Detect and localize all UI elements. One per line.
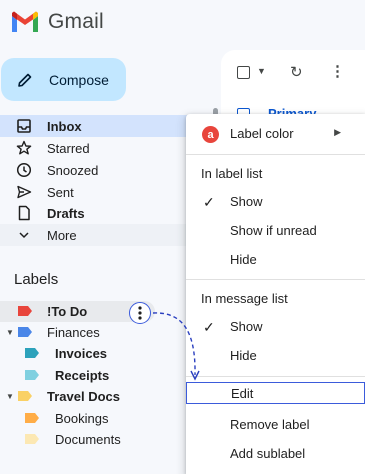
label-name: Receipts bbox=[55, 368, 110, 383]
clock-icon bbox=[16, 162, 32, 178]
sidebar-item-label: Snoozed bbox=[47, 163, 99, 178]
label-name: !To Do bbox=[47, 304, 88, 319]
more-vert-icon[interactable]: ⋮ bbox=[330, 62, 345, 80]
caret-down-icon[interactable]: ▼ bbox=[6, 328, 14, 337]
sidebar-item-label: Inbox bbox=[47, 119, 82, 134]
sidebar-item-snoozed[interactable]: Snoozed bbox=[0, 159, 210, 181]
check-icon: ✓ bbox=[203, 319, 215, 335]
sidebar-item-label: More bbox=[47, 228, 77, 243]
label-tag-icon bbox=[25, 413, 39, 423]
menu-divider bbox=[186, 154, 365, 155]
label-tag-icon bbox=[25, 348, 39, 358]
menu-item-label-list-hide[interactable]: Hide bbox=[186, 246, 365, 274]
menu-item-message-list-show[interactable]: ✓ Show bbox=[186, 313, 365, 341]
menu-item-label: Edit bbox=[231, 386, 254, 401]
menu-item-label-list-show[interactable]: ✓ Show bbox=[186, 188, 365, 216]
header: Gmail bbox=[0, 0, 365, 46]
menu-item-label: Remove label bbox=[230, 417, 310, 432]
pencil-icon bbox=[18, 73, 32, 87]
label-context-menu: a Label color ▶ In label list ✓ Show Sho… bbox=[186, 114, 365, 474]
label-tag-icon bbox=[25, 434, 39, 444]
draft-icon bbox=[18, 205, 30, 221]
menu-item-label-list-show-if-unread[interactable]: Show if unread bbox=[186, 217, 365, 245]
select-caret-icon[interactable]: ▼ bbox=[257, 66, 266, 76]
label-list-heading: In label list bbox=[201, 166, 263, 181]
label-name: Travel Docs bbox=[47, 389, 120, 404]
menu-item-label: Show bbox=[230, 194, 263, 209]
menu-divider bbox=[186, 376, 365, 377]
send-icon bbox=[17, 185, 32, 199]
menu-item-message-list-hide[interactable]: Hide bbox=[186, 342, 365, 370]
app-name: Gmail bbox=[48, 10, 104, 33]
compose-button[interactable]: Compose bbox=[1, 58, 126, 101]
label-tag-icon bbox=[18, 306, 32, 316]
sidebar-item-more[interactable]: More bbox=[0, 224, 210, 246]
more-vert-icon bbox=[138, 306, 142, 320]
check-icon: ✓ bbox=[203, 194, 215, 210]
menu-item-label: Show if unread bbox=[230, 223, 317, 238]
label-name: Finances bbox=[47, 325, 100, 340]
caret-down-icon[interactable]: ▼ bbox=[6, 392, 14, 401]
menu-item-label-color[interactable]: a Label color ▶ bbox=[186, 120, 365, 148]
menu-item-label: Show bbox=[230, 319, 263, 334]
inbox-icon bbox=[17, 119, 31, 133]
chevron-down-icon bbox=[19, 232, 29, 239]
menu-item-add-sublabel[interactable]: Add sublabel bbox=[186, 440, 365, 468]
label-tag-icon bbox=[18, 391, 32, 401]
sidebar-item-label: Sent bbox=[47, 185, 74, 200]
label-item-receipts[interactable]: Receipts bbox=[0, 365, 180, 386]
compose-label: Compose bbox=[49, 72, 109, 88]
label-item-invoices[interactable]: Invoices bbox=[0, 343, 180, 364]
label-tag-icon bbox=[25, 370, 39, 380]
label-name: Bookings bbox=[55, 411, 109, 426]
gmail-logo-icon[interactable] bbox=[10, 10, 40, 34]
sidebar-item-label: Starred bbox=[47, 141, 90, 156]
sidebar-item-starred[interactable]: Starred bbox=[0, 137, 210, 159]
label-name: Invoices bbox=[55, 346, 108, 361]
menu-item-remove-label[interactable]: Remove label bbox=[186, 411, 365, 439]
sidebar-item-label: Drafts bbox=[47, 206, 85, 221]
label-item-finances[interactable]: ▼ Finances bbox=[0, 322, 180, 343]
message-list-heading: In message list bbox=[201, 291, 288, 306]
menu-item-edit[interactable]: Edit bbox=[186, 382, 365, 404]
label-item-bookings[interactable]: Bookings bbox=[0, 408, 180, 429]
label-item-documents[interactable]: Documents bbox=[0, 429, 180, 450]
menu-divider bbox=[186, 279, 365, 280]
menu-item-label: Label color bbox=[230, 126, 294, 141]
labels-heading: Labels bbox=[14, 271, 59, 288]
sidebar-item-drafts[interactable]: Drafts bbox=[0, 202, 210, 224]
refresh-icon[interactable]: ↻ bbox=[290, 63, 303, 81]
menu-item-label: Hide bbox=[230, 252, 257, 267]
chevron-right-icon: ▶ bbox=[334, 127, 341, 137]
sidebar-item-sent[interactable]: Sent bbox=[0, 181, 210, 203]
label-name: Documents bbox=[55, 432, 121, 447]
menu-item-label: Add sublabel bbox=[230, 446, 306, 461]
star-icon bbox=[16, 140, 32, 155]
select-all-checkbox[interactable] bbox=[237, 66, 250, 79]
label-tag-icon bbox=[18, 327, 32, 337]
menu-item-label: Hide bbox=[230, 348, 257, 363]
sidebar-item-inbox[interactable]: Inbox bbox=[0, 115, 215, 137]
label-color-swatch: a bbox=[202, 126, 219, 143]
label-item-travel-docs[interactable]: ▼ Travel Docs bbox=[0, 386, 180, 407]
label-options-button[interactable] bbox=[129, 302, 151, 324]
